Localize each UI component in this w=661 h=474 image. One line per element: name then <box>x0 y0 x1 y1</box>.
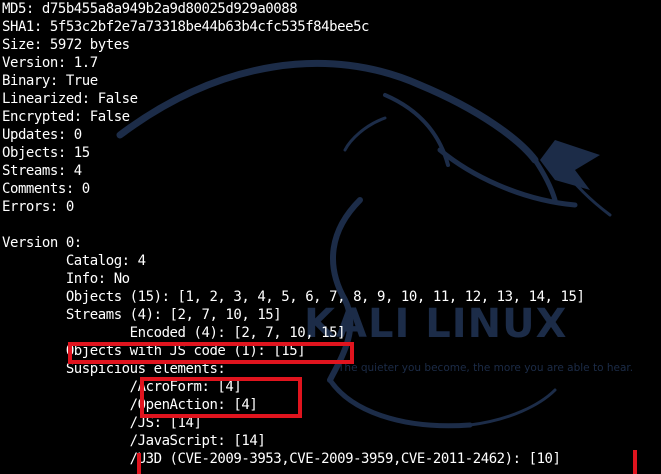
output-streams-list: Streams (4): [2, 7, 10, 15] <box>2 307 282 323</box>
output-u3d: /U3D (CVE-2009-3953,CVE-2009-3959,CVE-20… <box>2 451 561 467</box>
output-md5: MD5: d75b455a8a949b2a9d80025d929a0088 <box>2 1 298 17</box>
output-binary: Binary: True <box>2 73 98 89</box>
output-streams-count: Streams: 4 <box>2 163 82 179</box>
terminal-window[interactable]: KALI LINUX The quieter you become, the m… <box>0 0 661 474</box>
output-size: Size: 5972 bytes <box>2 37 130 53</box>
output-objects-list: Objects (15): [1, 2, 3, 4, 5, 6, 7, 8, 9… <box>2 289 585 305</box>
output-updates: Updates: 0 <box>2 127 82 143</box>
output-version-0: Version 0: <box>2 235 82 251</box>
output-catalog: Catalog: 4 <box>2 253 146 269</box>
highlight-acroform-openaction <box>140 377 302 418</box>
highlight-objects-with-js-code <box>68 342 354 364</box>
output-encoded-list: Encoded (4): [2, 7, 10, 15] <box>2 325 346 341</box>
highlight-u3d-left-mark <box>137 453 141 474</box>
output-objects-count: Objects: 15 <box>2 145 90 161</box>
output-javascript: /JavaScript: [14] <box>2 433 266 449</box>
output-version: Version: 1.7 <box>2 55 98 71</box>
output-info: Info: No <box>2 271 130 287</box>
kali-tagline: The quieter you become, the more you are… <box>337 362 633 374</box>
output-errors: Errors: 0 <box>2 199 74 215</box>
output-sha1: SHA1: 5f53c2bf2e7a73318be44b63b4cfc535f8… <box>2 19 370 35</box>
output-linearized: Linearized: False <box>2 91 138 107</box>
highlight-u3d-right-mark <box>633 450 637 474</box>
output-comments: Comments: 0 <box>2 181 90 197</box>
output-encrypted: Encrypted: False <box>2 109 130 125</box>
